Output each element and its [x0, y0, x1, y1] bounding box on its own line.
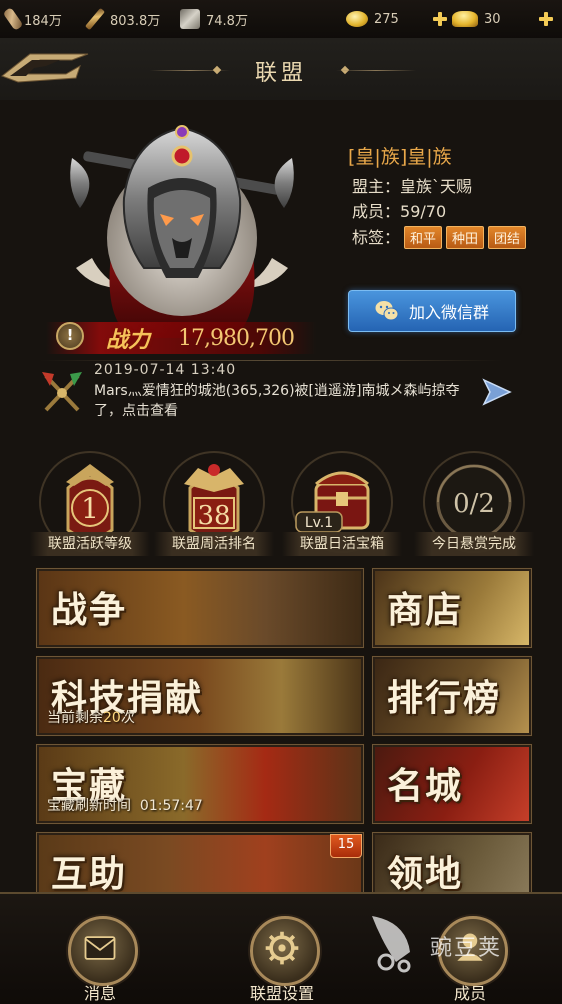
resource-weapons: 803.8万 — [84, 7, 161, 31]
guild-tags-row: 标签： 和平 种田 团结 — [352, 224, 527, 249]
wechat-icon — [375, 301, 399, 321]
bounty-progress-label: 今日悬赏完成 — [414, 532, 534, 556]
power-label: 战力 — [106, 328, 151, 353]
tag-peace: 和平 — [404, 226, 443, 249]
page-title: 联盟 — [254, 61, 307, 86]
guild-members-row: 成员：59/70 — [352, 198, 446, 222]
leaderboard-card[interactable]: 排行榜 — [372, 656, 532, 736]
arrow-right-icon[interactable] — [482, 378, 512, 406]
resource-wood: 184万 — [2, 7, 62, 31]
weekly-rank-value: 38 — [197, 501, 230, 531]
alliance-settings-label: 联盟设置 — [249, 984, 314, 1003]
weapons-amount: 803.8万 — [110, 13, 161, 29]
leader-name: 皇族`天赐 — [400, 177, 473, 196]
tag-farming: 种田 — [446, 226, 485, 249]
members-label: 成员： — [352, 202, 401, 221]
guild-name: [皇|族]皇|族 — [348, 146, 452, 168]
weekly-rank-label: 联盟周活排名 — [154, 532, 274, 556]
members-label: 成员 — [453, 984, 486, 1003]
famous-city-card[interactable]: 名城 — [372, 744, 532, 824]
cloth-icon — [180, 9, 200, 29]
activity-level-label: 联盟活跃等级 — [30, 532, 150, 556]
sword-icon — [84, 7, 106, 31]
shop-card[interactable]: 商店 — [372, 568, 532, 648]
territory-title: 领地 — [387, 853, 464, 895]
leader-label: 盟主： — [352, 177, 401, 196]
messages-label: 消息 — [83, 984, 116, 1003]
treasure-refresh-time: 宝藏刷新时间 01:57:47 — [47, 798, 203, 814]
resource-cloth: 74.8万 — [180, 8, 248, 30]
war-title: 战争 — [51, 589, 128, 631]
watermark: 豌豆荚 — [430, 936, 503, 961]
gear-icon — [265, 931, 299, 965]
tech-donation-remaining: 当前剩余20次 — [47, 710, 135, 726]
tags-label: 标签： — [352, 228, 401, 247]
watermark-logo-icon — [372, 916, 411, 973]
alliance-settings-button[interactable] — [250, 916, 320, 986]
tag-unity: 团结 — [488, 226, 527, 249]
treasure-card[interactable]: 宝藏 宝藏刷新时间 01:57:47 — [36, 744, 364, 824]
add-resource-button[interactable] — [538, 11, 554, 27]
messages-button[interactable] — [68, 916, 138, 986]
news-text[interactable]: Mars灬爱情狂的城池(365,326)被[逍遥游]南城メ森屿掠夺了，点击查看 — [94, 381, 484, 421]
mutual-help-badge: 15 — [330, 834, 362, 858]
bounty-progress-value: 0/2 — [453, 489, 495, 519]
warning-icon[interactable]: ! — [56, 322, 84, 350]
power-value: 17,980,700 — [178, 326, 295, 351]
gold-amount: 30 — [484, 11, 501, 27]
gold-ingot-icon — [452, 11, 478, 27]
war-card[interactable]: 战争 — [36, 568, 364, 648]
mutual-help-card[interactable]: 互助 — [36, 832, 364, 896]
territory-card[interactable]: 领地 — [372, 832, 532, 896]
wood-icon — [2, 7, 24, 31]
cloth-amount: 74.8万 — [206, 13, 248, 29]
guild-leader-row: 盟主：皇族`天赐 — [352, 173, 472, 197]
guild-emblem — [70, 125, 294, 338]
tech-donation-card[interactable]: 科技捐献 当前剩余20次 — [36, 656, 364, 736]
famous-city-title: 名城 — [387, 765, 464, 807]
daily-chest-level: Lv.1 — [305, 515, 333, 531]
add-gold-button[interactable] — [432, 11, 448, 27]
join-wechat-button[interactable]: 加入微信群 — [348, 290, 516, 332]
resource-bar: 184万 803.8万 74.8万 275 30 — [0, 0, 562, 39]
members-count: 59/70 — [400, 202, 447, 221]
daily-chest-label: 联盟日活宝箱 — [282, 532, 402, 556]
wood-amount: 184万 — [24, 13, 62, 29]
join-wechat-label: 加入微信群 — [408, 303, 489, 322]
coin-icon — [346, 11, 368, 27]
ticker-divider — [40, 360, 502, 361]
title-ornament-right — [336, 70, 416, 71]
activity-level-value: 1 — [81, 492, 99, 525]
crossed-axes-icon — [42, 372, 82, 412]
resource-gold: 30 — [452, 8, 501, 30]
envelope-icon — [84, 936, 116, 960]
coins-amount: 275 — [374, 11, 399, 27]
mutual-help-title: 互助 — [51, 853, 128, 895]
news-date: 2019-07-14 13:40 — [94, 362, 237, 378]
shop-title: 商店 — [387, 589, 464, 631]
resource-coins: 275 — [346, 8, 399, 30]
leaderboard-title: 排行榜 — [387, 677, 502, 719]
